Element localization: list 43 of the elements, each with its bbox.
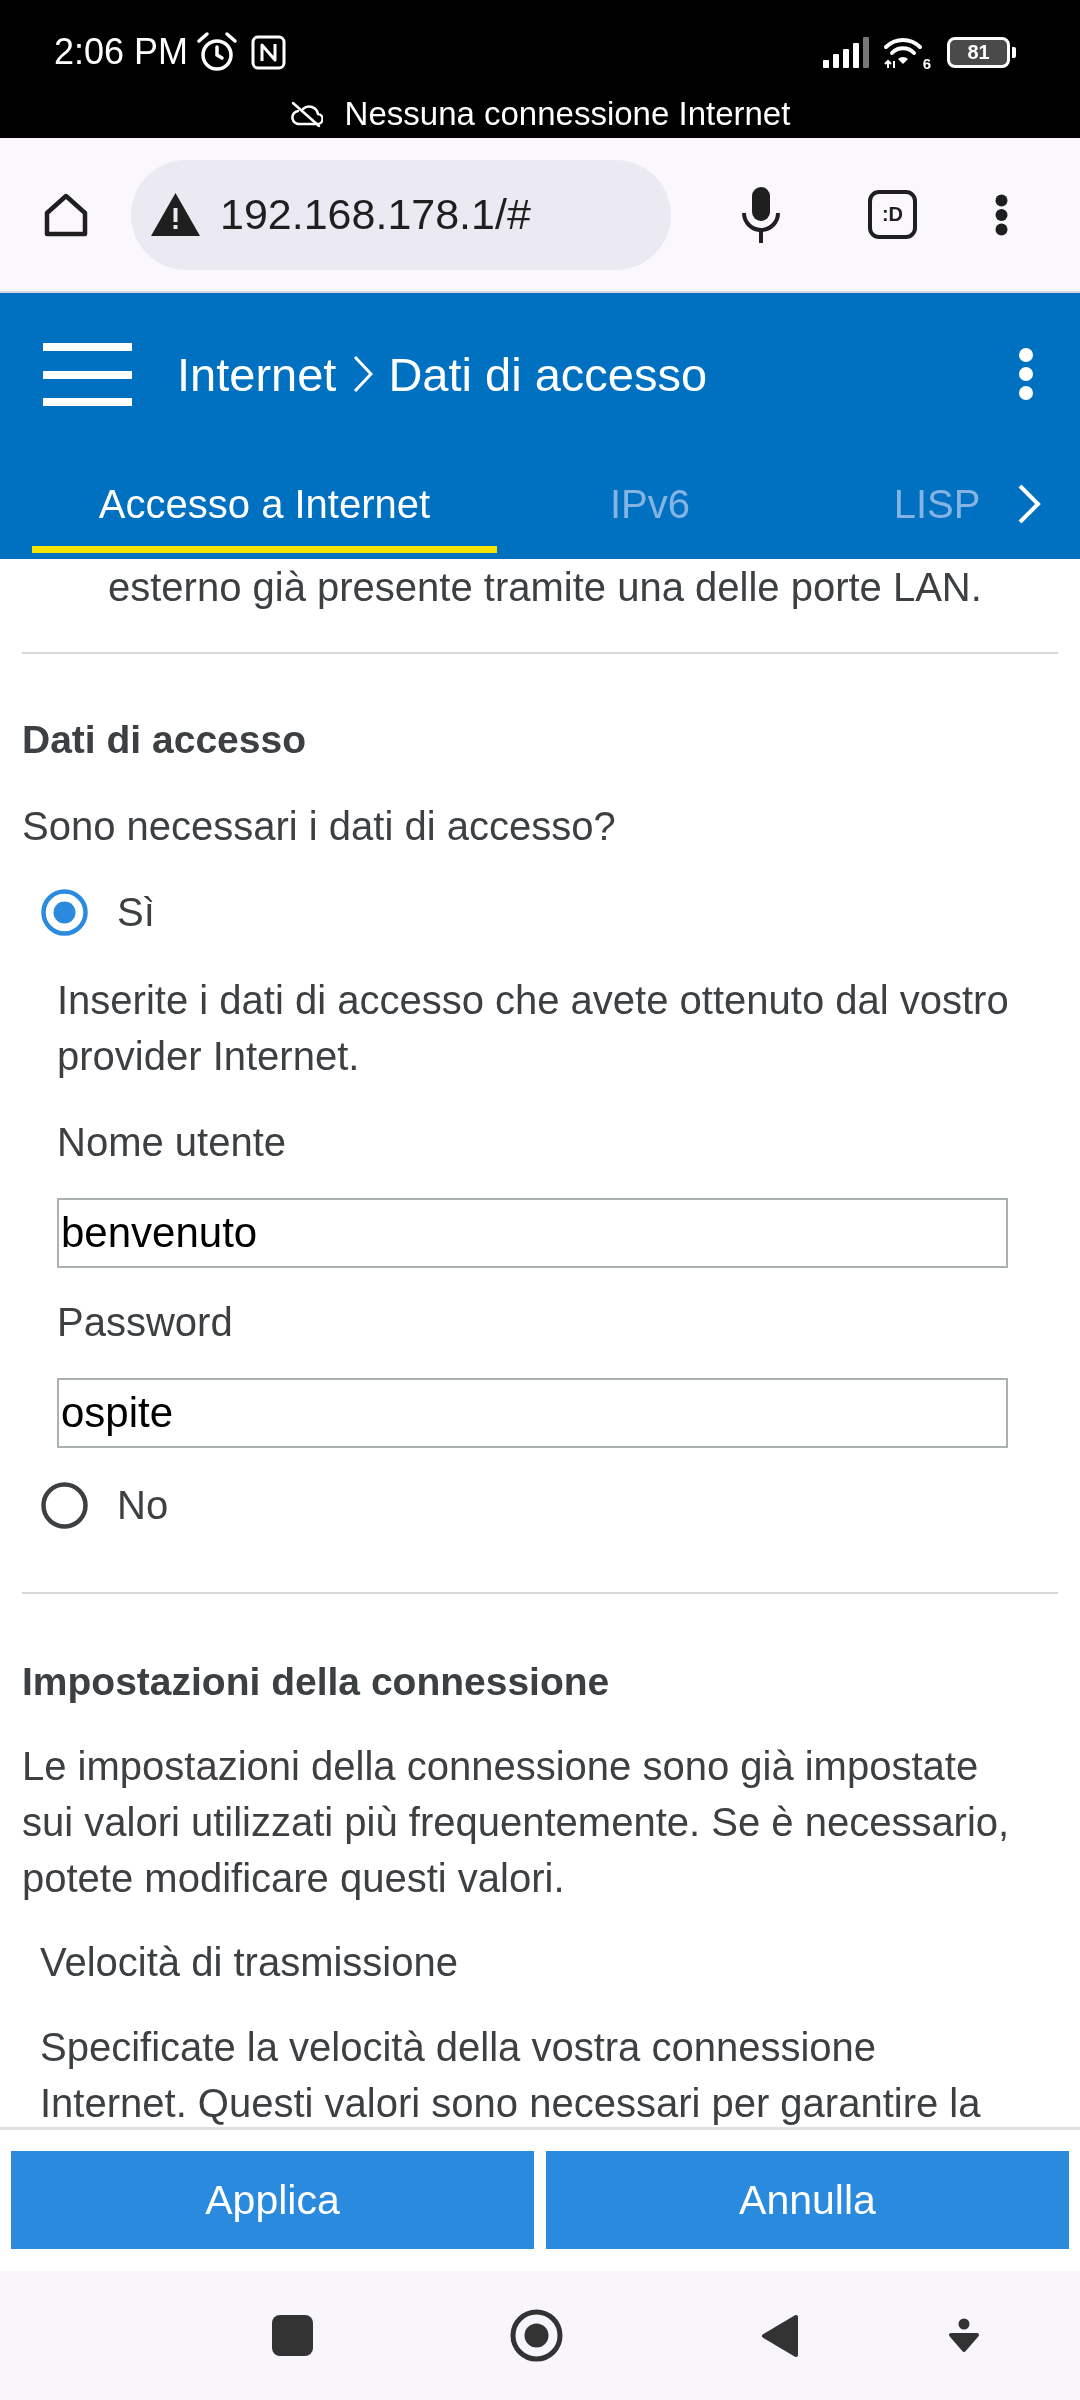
nfc-icon	[251, 34, 287, 70]
connection-notice: Nessuna connessione Internet	[344, 95, 791, 133]
subsection-heading: Velocità di trasmissione	[40, 1939, 459, 1986]
radio-button[interactable]	[41, 888, 88, 936]
field-label: Password	[57, 1299, 234, 1346]
apply-button[interactable]: Applica	[11, 2151, 534, 2249]
url-text: 192.168.178.1/#	[220, 190, 531, 239]
paragraph-text: esterno già presente tramite una delle porte LAN.	[107, 564, 983, 611]
wifi-label: 6	[922, 54, 931, 72]
signal-icon	[822, 36, 870, 68]
paragraph-text: Le impostazioni della connessione sono già impostate sui valori utilizzati più frequentemente. Se è necessario, potete modificare questi valori.	[22, 1743, 1011, 1902]
field-label: Nome utente	[57, 1119, 288, 1166]
dot-chevron-icon[interactable]	[947, 2317, 981, 2354]
section-heading: Impostazioni della connessione	[22, 1659, 611, 1705]
text-input[interactable]: benvenuto	[57, 1198, 1008, 1268]
question-text: Sono necessari i dati di accesso?	[22, 803, 617, 850]
chevron-right-icon	[353, 355, 374, 393]
alarm-clock-icon	[196, 31, 239, 73]
paragraph-text: Specificate la velocità della vostra connessione Internet. Questi valori sono necessari per garantire la	[40, 2024, 982, 2127]
tab[interactable]: Accesso a Internet	[32, 455, 497, 553]
address-bar[interactable]: 192.168.178.1/#	[131, 159, 671, 270]
back-icon[interactable]	[761, 2313, 799, 2358]
breadcrumb-link[interactable]: Internet	[177, 346, 337, 402]
microphone-icon[interactable]	[740, 186, 782, 243]
section-heading: Dati di accesso	[22, 717, 307, 763]
text-input[interactable]: ospite	[57, 1378, 1008, 1448]
cancel-button[interactable]: Annulla	[546, 2151, 1069, 2249]
chevron-right-icon[interactable]	[1017, 483, 1041, 525]
home-circle-icon[interactable]	[510, 2309, 563, 2362]
status-time: 2:06 PM	[54, 31, 189, 73]
radio-label[interactable]: No	[117, 1482, 169, 1528]
battery-indicator: 81	[947, 36, 1016, 68]
wifi-icon	[882, 35, 923, 69]
menu-icon[interactable]	[43, 342, 132, 406]
hint-text: Inserite i dati di accesso che avete ottenuto dal vostro provider Internet.	[57, 977, 1010, 1080]
cloud-off-icon	[289, 100, 323, 128]
recent-apps-icon[interactable]	[272, 2315, 313, 2356]
page-title: Dati di accesso	[388, 346, 708, 402]
radio-button[interactable]	[41, 1481, 88, 1529]
radio-label[interactable]: Sì	[117, 889, 155, 935]
overflow-menu-icon[interactable]	[995, 193, 1008, 236]
tab-switcher-button[interactable]: :D	[868, 190, 917, 239]
warning-icon	[150, 192, 201, 237]
